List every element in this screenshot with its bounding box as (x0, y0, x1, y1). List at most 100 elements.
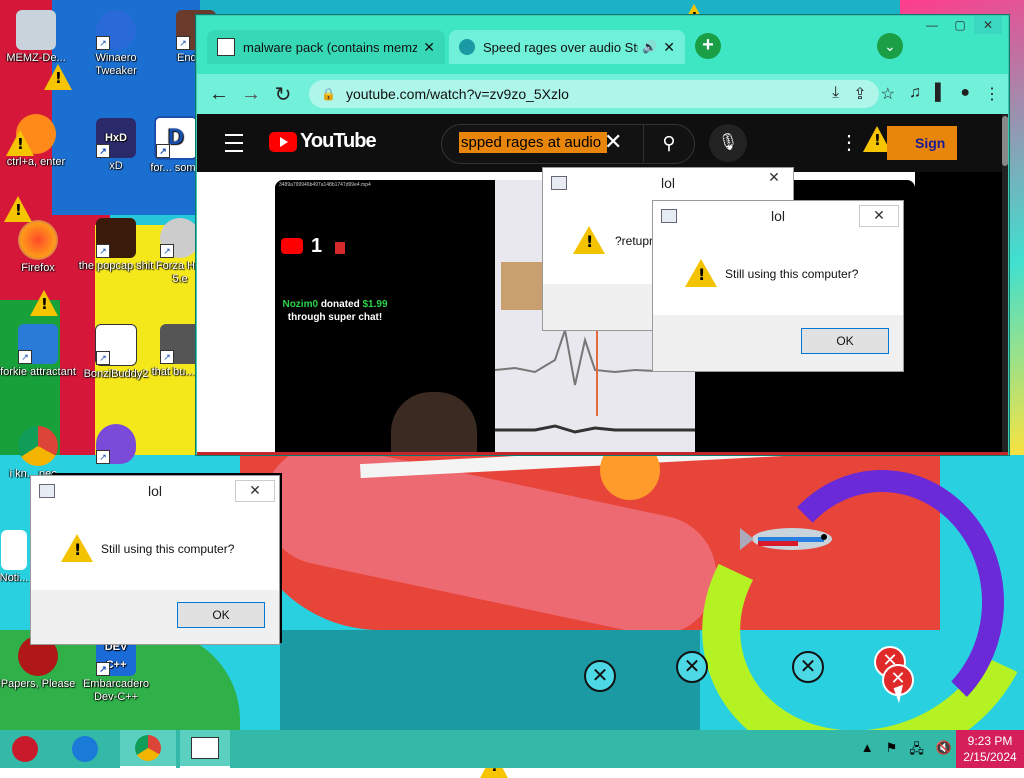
window-bottom-border (197, 452, 1008, 455)
tab-search-button[interactable]: ⌄ (877, 33, 903, 59)
hxd-icon: HxD ↗ (96, 118, 136, 158)
tab-youtube-video[interactable]: Speed rages over audio Stre 🔊 ✕ (449, 30, 685, 64)
start-orb-icon (12, 736, 38, 762)
youtube-logo[interactable]: YouTube (269, 130, 377, 153)
show-hidden-icons-icon[interactable]: ▲ (861, 740, 874, 762)
install-icon[interactable]: ⤓ (832, 84, 839, 104)
dialog-titlebar: lol ✕ (31, 476, 279, 506)
ok-button[interactable]: OK (801, 328, 889, 354)
desktop-icon-forkie[interactable]: ↗ forkie attractant (0, 324, 78, 379)
tab-title: Speed rages over audio Stre (483, 39, 639, 55)
bonzi-gorilla-icon: ↗ (96, 424, 136, 464)
desktop-icon-memz[interactable]: MEMZ-De... (0, 10, 76, 65)
desktop-icon-noti[interactable]: Noti... (0, 530, 34, 585)
taskbar: ▲ ⚑ 🖧 🔇 9:23 PM 2/15/2024 (0, 730, 1024, 768)
system-tray: ▲ ⚑ 🖧 🔇 (861, 740, 952, 762)
desktop-icon-label: Winaero Tweaker (95, 52, 137, 77)
desktop-icon-firefox[interactable]: Firefox (0, 220, 78, 275)
edge-icon (72, 736, 98, 762)
bookmark-star-icon[interactable]: ☆ (881, 84, 895, 104)
back-button[interactable]: ← (203, 83, 235, 106)
maximize-button[interactable]: ▢ (946, 16, 974, 34)
network-icon[interactable]: 🖧 (909, 740, 924, 762)
start-button[interactable] (0, 730, 50, 768)
menu-kebab-icon[interactable]: ⋮ (984, 84, 1000, 104)
window-icon (39, 484, 55, 498)
address-bar[interactable]: 🔒 youtube.com/watch?v=zv9zo_5Xzlo (309, 80, 879, 108)
audio-playing-icon[interactable]: 🔊 (642, 40, 657, 54)
dialog-title: lol (770, 208, 785, 224)
desktop-icon-xd[interactable]: HxD ↗ xD (76, 118, 156, 173)
tab-malware-pack[interactable]: malware pack (contains memz) : ✕ (207, 30, 445, 64)
desktop-icon-label: the popcap shit (78, 260, 154, 272)
dialog-titlebar: lol ✕ (653, 201, 903, 231)
desktop-icon-label: Papers, Please (0, 678, 76, 690)
action-center-flag-icon[interactable]: ⚑ (886, 740, 898, 762)
firefox-icon (18, 220, 58, 260)
taskbar-edge[interactable] (60, 730, 110, 768)
window-icon (661, 209, 677, 223)
clock[interactable]: 9:23 PM 2/15/2024 (956, 730, 1024, 768)
warning-icon (61, 534, 93, 562)
dialog-body: Still using this computer? (31, 506, 279, 590)
donor-name: Nozim0 (282, 299, 319, 310)
dialog-close-button[interactable]: ✕ (235, 480, 275, 502)
streamer-webcam (391, 392, 477, 452)
new-tab-button[interactable]: + (695, 33, 721, 59)
settings-kebab-icon[interactable]: ⋮ (839, 130, 859, 155)
desktop-icon-label: Embarcadero Dev-C++ (82, 678, 150, 703)
taskbar-chrome[interactable] (120, 730, 176, 768)
sign-in-button[interactable]: Sign in (887, 126, 957, 185)
search-button[interactable]: ⚲ (643, 124, 694, 162)
minimize-button[interactable]: — (918, 16, 946, 34)
video-thumbnail (501, 262, 545, 310)
dialog-body: Still using this computer? (653, 231, 903, 315)
profile-avatar[interactable]: ● (960, 84, 970, 104)
dialog-titlebar: lol ✕ (543, 168, 793, 198)
desktop-icon-label: for... some (150, 162, 202, 174)
desktop-icon-winaero[interactable]: ↗ Winaero Tweaker (76, 10, 156, 78)
window-icon (551, 176, 567, 190)
toolbar: ← → ↻ 🔒 youtube.com/watch?v=zv9zo_5Xzlo … (197, 74, 1008, 114)
media-control-icon[interactable]: ♫ (909, 84, 921, 104)
bonzi-purple-icon[interactable]: ↗ (76, 424, 156, 466)
desktop-icon-devcpp[interactable]: DEV C++ ↗ Embarcadero Dev-C++ (76, 636, 156, 704)
scrollbar-thumb[interactable] (1002, 116, 1008, 166)
notepad-icon (1, 530, 27, 570)
youtube-header: YouTube spped rages at audio ✕ ⚲ 🎙 ⋮ Sig… (197, 114, 1002, 185)
search-input[interactable]: spped rages at audio (459, 132, 607, 153)
reload-button[interactable]: ↻ (267, 82, 299, 107)
desktop-icon-label: xD (109, 160, 123, 172)
close-window-button[interactable]: ✕ (974, 16, 1002, 34)
volume-muted-icon[interactable]: 🔇 (936, 740, 952, 762)
taskbar-dialog-window[interactable] (180, 730, 230, 768)
desktop-icon-popcap[interactable]: ↗ the popcap shit (76, 218, 156, 273)
dialog-message: ?retupr (615, 234, 654, 248)
tab-title: malware pack (contains memz) : (243, 39, 418, 55)
tab-close-button[interactable]: ✕ (423, 39, 435, 56)
sub-count: 1 (311, 235, 323, 257)
clear-search-icon[interactable]: ✕ (604, 129, 622, 155)
donated-label: donated (320, 299, 360, 310)
url-text: youtube.com/watch?v=zv9zo_5Xzlo (345, 86, 569, 102)
youtube-logo-text: YouTube (300, 130, 377, 152)
voice-search-icon[interactable]: 🎙 (709, 124, 747, 162)
dialog-close-button[interactable]: ✕ (859, 205, 899, 227)
lock-icon[interactable]: 🔒 (321, 87, 336, 101)
dialog-close-button[interactable]: ✕ (755, 168, 793, 188)
dialog-lol-front: lol ✕ Still using this computer? OK (652, 200, 904, 372)
warning-icon (6, 130, 34, 156)
mario-sprite (335, 242, 345, 254)
desktop-icon-label: Noti... (0, 572, 29, 584)
share-icon[interactable]: ⇪ (853, 84, 866, 104)
hamburger-menu-icon[interactable] (225, 134, 243, 152)
desktop-icon-label: MEMZ-De... (6, 52, 66, 64)
desktop-icon-bonzi[interactable]: ↗ BonziBuddy2 (76, 324, 156, 381)
dialog-message: Still using this computer? (725, 267, 859, 281)
forward-button[interactable]: → (235, 83, 267, 106)
ok-button[interactable]: OK (177, 602, 265, 628)
tab-close-button[interactable]: ✕ (663, 39, 675, 56)
error-x-icon: ✕ (792, 651, 824, 683)
side-panel-icon[interactable]: ▌ (935, 84, 946, 104)
desktop-icon-label: forkie attractant (0, 366, 76, 378)
